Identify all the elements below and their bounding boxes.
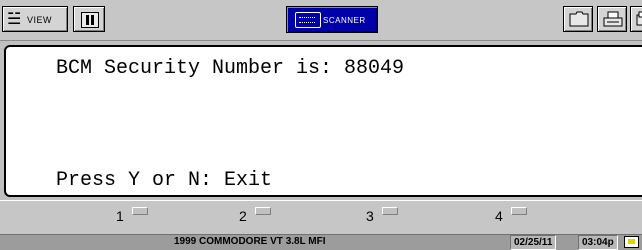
scanner-icon (295, 12, 321, 28)
pause-button[interactable] (73, 6, 105, 32)
function-key-label: 3 (366, 208, 374, 224)
key-indicator (132, 207, 148, 215)
battery-icon (624, 236, 639, 248)
date-display: 02/25/11 (510, 235, 557, 250)
key-indicator (255, 207, 271, 215)
toolbar: ☱ VIEW SCANNER (0, 0, 642, 41)
prompt-text: Press Y or N: Exit (56, 169, 273, 192)
scanner-button[interactable]: SCANNER (286, 6, 378, 33)
scanner-display: BCM Security Number is: 88049 Press Y or… (4, 45, 642, 197)
function-key-label: 1 (116, 208, 124, 224)
status-bar: 1999 COMMODORE VT 3.8L MFI 02/25/11 03:0… (0, 234, 642, 250)
function-key-bar: 1 2 3 4 (0, 200, 642, 235)
time-display: 03:04p (578, 235, 618, 250)
view-button-label: VIEW (27, 15, 53, 25)
function-key-label: 4 (495, 208, 503, 224)
print-button[interactable] (597, 6, 627, 32)
key-indicator (382, 207, 398, 215)
printer-icon (603, 11, 623, 27)
folder-icon (569, 11, 589, 27)
function-key-label: 2 (239, 208, 247, 224)
vehicle-info: 1999 COMMODORE VT 3.8L MFI (174, 236, 326, 247)
key-indicator (511, 207, 527, 215)
document-icon (636, 11, 642, 26)
pause-icon (81, 12, 99, 28)
folder-button[interactable] (563, 6, 593, 32)
scanner-button-label: SCANNER (323, 16, 366, 25)
security-number-text: BCM Security Number is: 88049 (56, 57, 405, 80)
extra-button[interactable] (630, 6, 642, 32)
view-button[interactable]: ☱ VIEW (2, 6, 68, 32)
binoculars-icon: ☱ (7, 9, 22, 28)
